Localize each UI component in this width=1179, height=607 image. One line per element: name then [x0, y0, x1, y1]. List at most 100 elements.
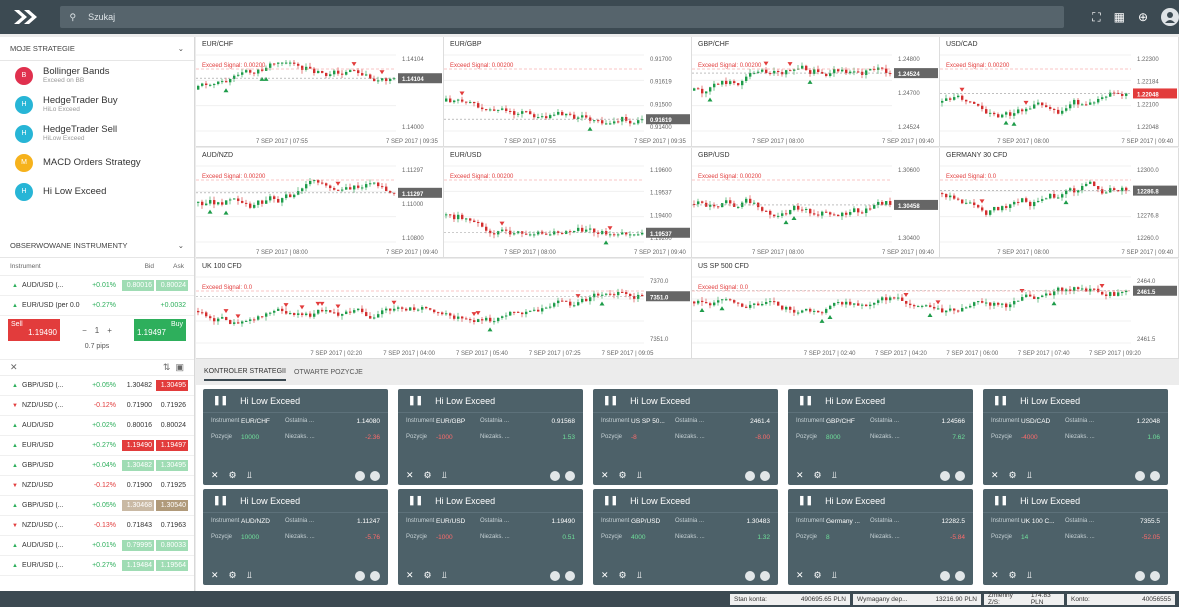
chart-canvas[interactable]: 12300.0 12286.8 12276.8 12260.0 7 SEP 2017 |…	[940, 148, 1179, 258]
strategy-card[interactable]: ❚❚ Hi Low Exceed Instrument GBP/CHF Ostatnia…	[788, 389, 973, 485]
logo-icon[interactable]	[12, 6, 42, 28]
gear-icon[interactable]: ⚙	[814, 470, 822, 481]
gear-icon[interactable]: ⚙	[229, 570, 237, 581]
instrument-ask[interactable]: 1.19497	[156, 440, 188, 451]
quantity-stepper[interactable]: − 1 +	[60, 319, 134, 341]
instrument-bid[interactable]: 0.80016	[122, 280, 154, 291]
instrument-bid[interactable]: 1.30468	[122, 500, 154, 511]
chart-panel[interactable]: 7370.0 7351.0 7 SEP 2017 | 02:20 7 SEP 2017…	[196, 259, 692, 359]
chevron-down-icon[interactable]: ⌄	[178, 44, 184, 53]
pause-icon[interactable]: ❚❚	[993, 495, 1008, 506]
close-icon[interactable]: ✕	[211, 470, 219, 481]
play-icon[interactable]	[955, 470, 965, 481]
gear-icon[interactable]: ⚙	[619, 470, 627, 481]
chart-canvas[interactable]: 1.11297 1.11000 1.10800 7 SEP 2017 | 08:00 7…	[196, 148, 444, 258]
strategy-card[interactable]: ❚❚ Hi Low Exceed Instrument Germany ... Osta…	[788, 489, 973, 585]
fullscreen-icon[interactable]: ⛶	[1092, 10, 1100, 25]
instrument-ask[interactable]: 1.30495	[156, 380, 188, 391]
gear-icon[interactable]: ⚙	[814, 570, 822, 581]
chart-icon[interactable]: ⫫	[247, 570, 252, 581]
instrument-ask[interactable]: 0.80024	[156, 280, 188, 291]
gear-icon[interactable]: ⚙	[229, 470, 237, 481]
instrument-bid[interactable]: 1.30482	[122, 380, 154, 391]
chart-icon[interactable]: ⫫	[442, 570, 447, 581]
instrument-bid[interactable]: 0.71900	[122, 480, 154, 491]
strategy-item[interactable]: H Hi Low Exceed	[0, 177, 194, 206]
instrument-bid[interactable]: 0.71900	[122, 400, 154, 411]
instrument-bid[interactable]: 0.80016	[122, 420, 154, 431]
instrument-ask[interactable]: 1.30540	[156, 500, 188, 511]
stop-icon[interactable]	[1135, 570, 1145, 581]
instrument-ask[interactable]: +0.0032	[156, 300, 188, 311]
sell-button[interactable]: Sell 1.19490	[8, 319, 60, 341]
close-icon[interactable]: ✕	[406, 570, 414, 581]
instrument-bid[interactable]: 1.19484	[122, 560, 154, 571]
strategy-item[interactable]: H HedgeTrader Sell HiLow Exceed	[0, 119, 194, 148]
instrument-ask[interactable]: 1.19564	[156, 560, 188, 571]
stop-icon[interactable]	[940, 570, 950, 581]
chart-panel[interactable]: 1.14104 1.14000 7 SEP 2017 | 07:55 7 SEP 20…	[196, 37, 444, 147]
chart-panel[interactable]: 2464.0 2461.5 7 SEP 2017 | 02:40 7 SEP 2017…	[692, 259, 1179, 359]
pause-icon[interactable]: ❚❚	[798, 395, 813, 406]
play-icon[interactable]	[370, 570, 380, 581]
chart-canvas[interactable]: 1.196001.195371.194001.192007 SEP 2017 |…	[444, 148, 692, 258]
tab-open-positions[interactable]: OTWARTE POZYCJE	[294, 365, 363, 380]
chart-panel[interactable]: 1.30600 1.30458 1.30400 7 SEP 2017 | 08:00 7…	[692, 148, 940, 258]
chart-canvas[interactable]: 1.30600 1.30458 1.30400 7 SEP 2017 | 08:00 7…	[692, 148, 940, 258]
instrument-row[interactable]: ▲ EUR/USD (per 0.000... +0.27% +0.0032	[0, 296, 194, 316]
strategy-card[interactable]: ❚❚ Hi Low Exceed Instrument USD/CAD Ostatnia…	[983, 389, 1168, 485]
instrument-ask[interactable]: 0.71926	[156, 400, 188, 411]
chart-canvas[interactable]: 0.91700 0.91619 0.91500 0.91400 7 SEP 2017 |…	[444, 37, 692, 147]
strategy-card[interactable]: ❚❚ Hi Low Exceed Instrument EUR/USD Ostatnia…	[398, 489, 583, 585]
chart-icon[interactable]: ⫫	[832, 570, 837, 581]
instrument-ask[interactable]: 0.80033	[156, 540, 188, 551]
stop-icon[interactable]	[745, 470, 755, 481]
close-icon[interactable]: ✕	[10, 362, 18, 373]
gear-icon[interactable]: ⚙	[424, 470, 432, 481]
instrument-ask[interactable]: 1.30495	[156, 460, 188, 471]
instrument-row[interactable]: ▼ NZD/USD -0.12% 0.71900 0.71925	[0, 476, 194, 496]
play-icon[interactable]	[565, 470, 575, 481]
play-icon[interactable]	[370, 470, 380, 481]
observed-header[interactable]: OBSERWOWANE INSTRUMENTY ⌄	[0, 234, 194, 258]
chevron-down-icon[interactable]: ⌄	[178, 241, 184, 250]
chart-panel[interactable]: 1.24800 1.24700 1.24524 7 SEP 2017 | 08:00 7…	[692, 37, 940, 147]
instrument-row[interactable]: ▲ GBP/USD +0.04% 1.30482 1.30495	[0, 456, 194, 476]
instrument-row[interactable]: ▲ AUD/USD (... +0.01% 0.80016 0.80024	[0, 276, 194, 296]
chart-canvas[interactable]: 1.14104 1.14000 7 SEP 2017 | 07:55 7 SEP 20…	[196, 37, 444, 147]
stop-icon[interactable]	[550, 470, 560, 481]
strategy-item[interactable]: B Bollinger Bands Exceed on BB	[0, 61, 194, 90]
instrument-bid[interactable]: 0.71843	[122, 520, 154, 531]
pause-icon[interactable]: ❚❚	[798, 495, 813, 506]
instrument-row[interactable]: ▲ AUD/USD +0.02% 0.80016 0.80024	[0, 416, 194, 436]
instrument-bid[interactable]: 1.19490	[122, 440, 154, 451]
pause-icon[interactable]: ❚❚	[603, 495, 618, 506]
strategy-card[interactable]: ❚❚ Hi Low Exceed Instrument UK 100 C... Osta…	[983, 489, 1168, 585]
pause-icon[interactable]: ❚❚	[603, 395, 618, 406]
chart-icon[interactable]: ⫫	[637, 470, 642, 481]
instrument-bid[interactable]: 0.79995	[122, 540, 154, 551]
pause-icon[interactable]: ❚❚	[213, 495, 228, 506]
strategy-card[interactable]: ❚❚ Hi Low Exceed Instrument EUR/CHF Ostatnia…	[203, 389, 388, 485]
gear-icon[interactable]: ⚙	[424, 570, 432, 581]
add-icon[interactable]: ⊕	[1138, 10, 1148, 24]
close-icon[interactable]: ✕	[211, 570, 219, 581]
stop-icon[interactable]	[355, 570, 365, 581]
search-input[interactable]: ⚲ Szukaj	[59, 6, 1065, 28]
close-icon[interactable]: ✕	[991, 570, 999, 581]
chart-icon[interactable]: ⫫	[247, 470, 252, 481]
strategy-card[interactable]: ❚❚ Hi Low Exceed Instrument EUR/GBP Ostatnia…	[398, 389, 583, 485]
instrument-ask[interactable]: 0.71963	[156, 520, 188, 531]
chart-panel[interactable]: 1.22300 1.22184 1.22100 1.22048 7 SEP 2017 |…	[940, 37, 1179, 147]
instrument-row[interactable]: ▲ AUD/USD (... +0.01% 0.79995 0.80033	[0, 536, 194, 556]
instrument-ask[interactable]: 0.71925	[156, 480, 188, 491]
chart-canvas[interactable]: 1.24800 1.24700 1.24524 7 SEP 2017 | 08:00 7…	[692, 37, 940, 147]
stop-icon[interactable]	[745, 570, 755, 581]
close-icon[interactable]: ✕	[601, 470, 609, 481]
chart-panel[interactable]: 0.91700 0.91619 0.91500 0.91400 7 SEP 2017 |…	[444, 37, 692, 147]
avatar[interactable]	[1161, 8, 1179, 26]
chart-canvas[interactable]: 1.22300 1.22184 1.22100 1.22048 7 SEP 2017 |…	[940, 37, 1179, 147]
stop-icon[interactable]	[355, 470, 365, 481]
chart-icon[interactable]: ⫫	[1027, 570, 1032, 581]
close-icon[interactable]: ✕	[796, 470, 804, 481]
